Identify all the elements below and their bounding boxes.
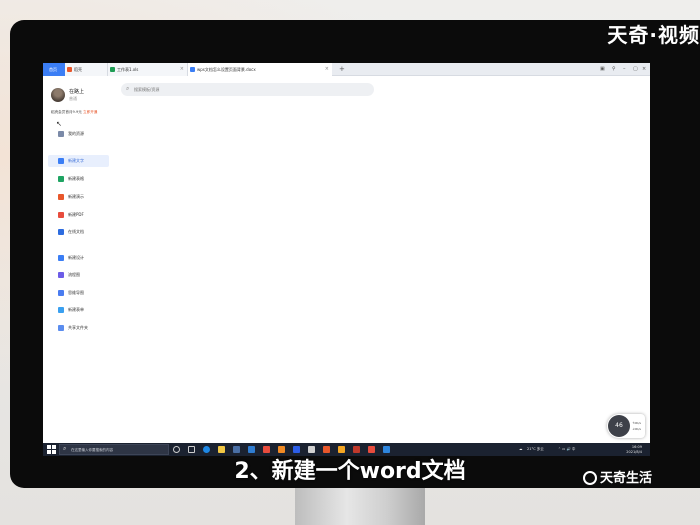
app-icon[interactable] bbox=[338, 446, 345, 453]
speed-widget[interactable]: 46 ↑0K/s ↓0K/s bbox=[607, 414, 645, 438]
sidebar-item-label: 新建表格 bbox=[68, 176, 84, 181]
close-window-icon[interactable]: × bbox=[642, 63, 646, 76]
sidebar-item-label: 新建表单 bbox=[68, 307, 84, 312]
tab-bar: 首页 稻壳 工作表1.xls × wps文档怎么设置页面背景.docx × + … bbox=[43, 63, 650, 76]
flowchart-icon bbox=[58, 272, 64, 278]
sidebar: 在路上 普通 稻壳会员首月9.9元 立即开通 ↖ 我的资源 新建文字 新建表格 … bbox=[43, 76, 113, 443]
sidebar-item-label: 共享文件夹 bbox=[68, 325, 88, 330]
brand-logo-icon bbox=[583, 470, 597, 485]
sidebar-item-online-doc[interactable]: 在线文档 bbox=[48, 226, 109, 238]
sidebar-item-new-slides[interactable]: 新建演示 bbox=[48, 191, 109, 203]
sidebar-item-flowchart[interactable]: 流程图 bbox=[48, 269, 109, 281]
system-clock[interactable]: 16:09 2021/8/4 bbox=[626, 445, 642, 454]
sidebar-item-label: 在线文档 bbox=[68, 229, 84, 234]
watermark-logo: 天奇·视频 bbox=[607, 23, 700, 47]
sidebar-item-new-word[interactable]: 新建文字 bbox=[48, 155, 109, 167]
search-bar[interactable]: ⌕ bbox=[121, 83, 374, 96]
sidebar-item-new-sheet[interactable]: 新建表格 bbox=[48, 173, 109, 185]
sidebar-item-label: 流程图 bbox=[68, 272, 80, 277]
member-promo: 稻壳会员首月9.9元 立即开通 bbox=[51, 110, 97, 115]
download-speed: ↓0K/s bbox=[632, 427, 641, 431]
sidebar-item-label: 新建设计 bbox=[68, 255, 84, 260]
app-icon[interactable] bbox=[323, 446, 330, 453]
app-icon[interactable] bbox=[368, 446, 375, 453]
brand-text: 天奇生活 bbox=[600, 471, 653, 486]
maximize-icon[interactable]: ▢ bbox=[633, 63, 638, 76]
tab-label: wps文档怎么设置页面背景.docx bbox=[197, 67, 256, 72]
tab-spreadsheet[interactable]: 工作表1.xls × bbox=[107, 63, 187, 76]
user-name[interactable]: 在路上 bbox=[69, 88, 84, 95]
user-level: 普通 bbox=[69, 96, 77, 101]
wps-icon[interactable] bbox=[263, 446, 270, 453]
clock-date: 2021/8/4 bbox=[626, 449, 642, 454]
mail-icon[interactable] bbox=[248, 446, 255, 453]
promo-link[interactable]: 立即开通 bbox=[83, 110, 97, 114]
docer-icon bbox=[67, 67, 72, 72]
tab-label: 首页 bbox=[49, 67, 57, 72]
search-icon: ⌕ bbox=[63, 445, 67, 452]
mindmap-icon bbox=[58, 290, 64, 296]
store-icon[interactable] bbox=[233, 446, 240, 453]
sidebar-item-shared-folder[interactable]: 共享文件夹 bbox=[48, 322, 109, 334]
edge-icon[interactable] bbox=[203, 446, 210, 453]
taskbar: ⌕ 在这里输入你要搜索的内容 ☁ 21°C 多云 ⌃ ▭ 🔊 中 16:09 2… bbox=[43, 443, 650, 456]
user-icon[interactable]: ⚲ bbox=[612, 63, 616, 76]
wps-window: 首页 稻壳 工作表1.xls × wps文档怎么设置页面背景.docx × + … bbox=[43, 63, 650, 456]
upload-speed: ↑0K/s bbox=[632, 421, 641, 425]
task-view-icon[interactable] bbox=[188, 446, 195, 453]
taskbar-search-placeholder: 在这里输入你要搜索的内容 bbox=[71, 448, 113, 452]
app-icon[interactable] bbox=[293, 446, 300, 453]
doc-icon bbox=[58, 131, 64, 137]
sidebar-item-mindmap[interactable]: 思维导图 bbox=[48, 287, 109, 299]
promo-text: 稻壳会员首月9.9元 bbox=[51, 110, 82, 114]
sidebar-item-label: 思维导图 bbox=[68, 290, 84, 295]
tab-label: 稻壳 bbox=[74, 67, 82, 72]
sidebar-item-new-form[interactable]: 新建表单 bbox=[48, 304, 109, 316]
form-icon bbox=[58, 307, 64, 313]
mouse-cursor-icon: ↖ bbox=[56, 120, 62, 128]
windows-start-icon[interactable] bbox=[47, 445, 56, 454]
weather-icon[interactable]: ☁ bbox=[519, 443, 523, 456]
search-input[interactable] bbox=[134, 83, 364, 96]
close-icon[interactable]: × bbox=[325, 63, 329, 76]
layout-icon[interactable]: ▣ bbox=[600, 63, 605, 76]
cortana-icon[interactable] bbox=[173, 446, 180, 453]
new-tab-button[interactable]: + bbox=[339, 63, 345, 76]
sheet-icon bbox=[58, 176, 64, 182]
sidebar-item-new-design[interactable]: 新建设计 bbox=[48, 252, 109, 264]
brand-watermark: 天奇生活 bbox=[583, 468, 652, 490]
app-icon[interactable] bbox=[308, 446, 315, 453]
app-icon[interactable] bbox=[278, 446, 285, 453]
cloud-doc-icon bbox=[58, 229, 64, 235]
tab-document[interactable]: wps文档怎么设置页面背景.docx × bbox=[187, 63, 332, 76]
speed-value: 46 bbox=[608, 415, 630, 437]
minimize-icon[interactable]: – bbox=[623, 63, 626, 76]
word-icon bbox=[58, 158, 64, 164]
sidebar-item-label: 新建PDF bbox=[68, 212, 84, 217]
weather-text[interactable]: 21°C 多云 bbox=[527, 443, 544, 456]
sidebar-item-my-resources[interactable]: 我的资源 bbox=[48, 128, 109, 140]
sidebar-item-label: 新建演示 bbox=[68, 194, 84, 199]
tray-icons[interactable]: ⌃ ▭ 🔊 中 bbox=[558, 443, 575, 456]
taskbar-search[interactable]: ⌕ 在这里输入你要搜索的内容 bbox=[59, 444, 169, 455]
word-icon bbox=[190, 67, 195, 72]
tab-home[interactable]: 首页 bbox=[43, 63, 65, 76]
design-icon bbox=[58, 255, 64, 261]
folder-icon bbox=[58, 325, 64, 331]
tab-label: 工作表1.xls bbox=[117, 67, 139, 72]
file-explorer-icon[interactable] bbox=[218, 446, 225, 453]
slides-icon bbox=[58, 194, 64, 200]
search-icon: ⌕ bbox=[126, 85, 130, 92]
sidebar-item-label: 我的资源 bbox=[68, 131, 84, 136]
avatar[interactable] bbox=[51, 88, 65, 102]
tab-docer[interactable]: 稻壳 bbox=[65, 63, 107, 76]
sidebar-item-label: 新建文字 bbox=[68, 158, 84, 163]
sheet-icon bbox=[110, 67, 115, 72]
pdf-icon bbox=[58, 212, 64, 218]
monitor-stand bbox=[295, 484, 425, 525]
sidebar-item-new-pdf[interactable]: 新建PDF bbox=[48, 209, 109, 221]
app-icon[interactable] bbox=[383, 446, 390, 453]
app-icon[interactable] bbox=[353, 446, 360, 453]
close-icon[interactable]: × bbox=[180, 63, 184, 76]
